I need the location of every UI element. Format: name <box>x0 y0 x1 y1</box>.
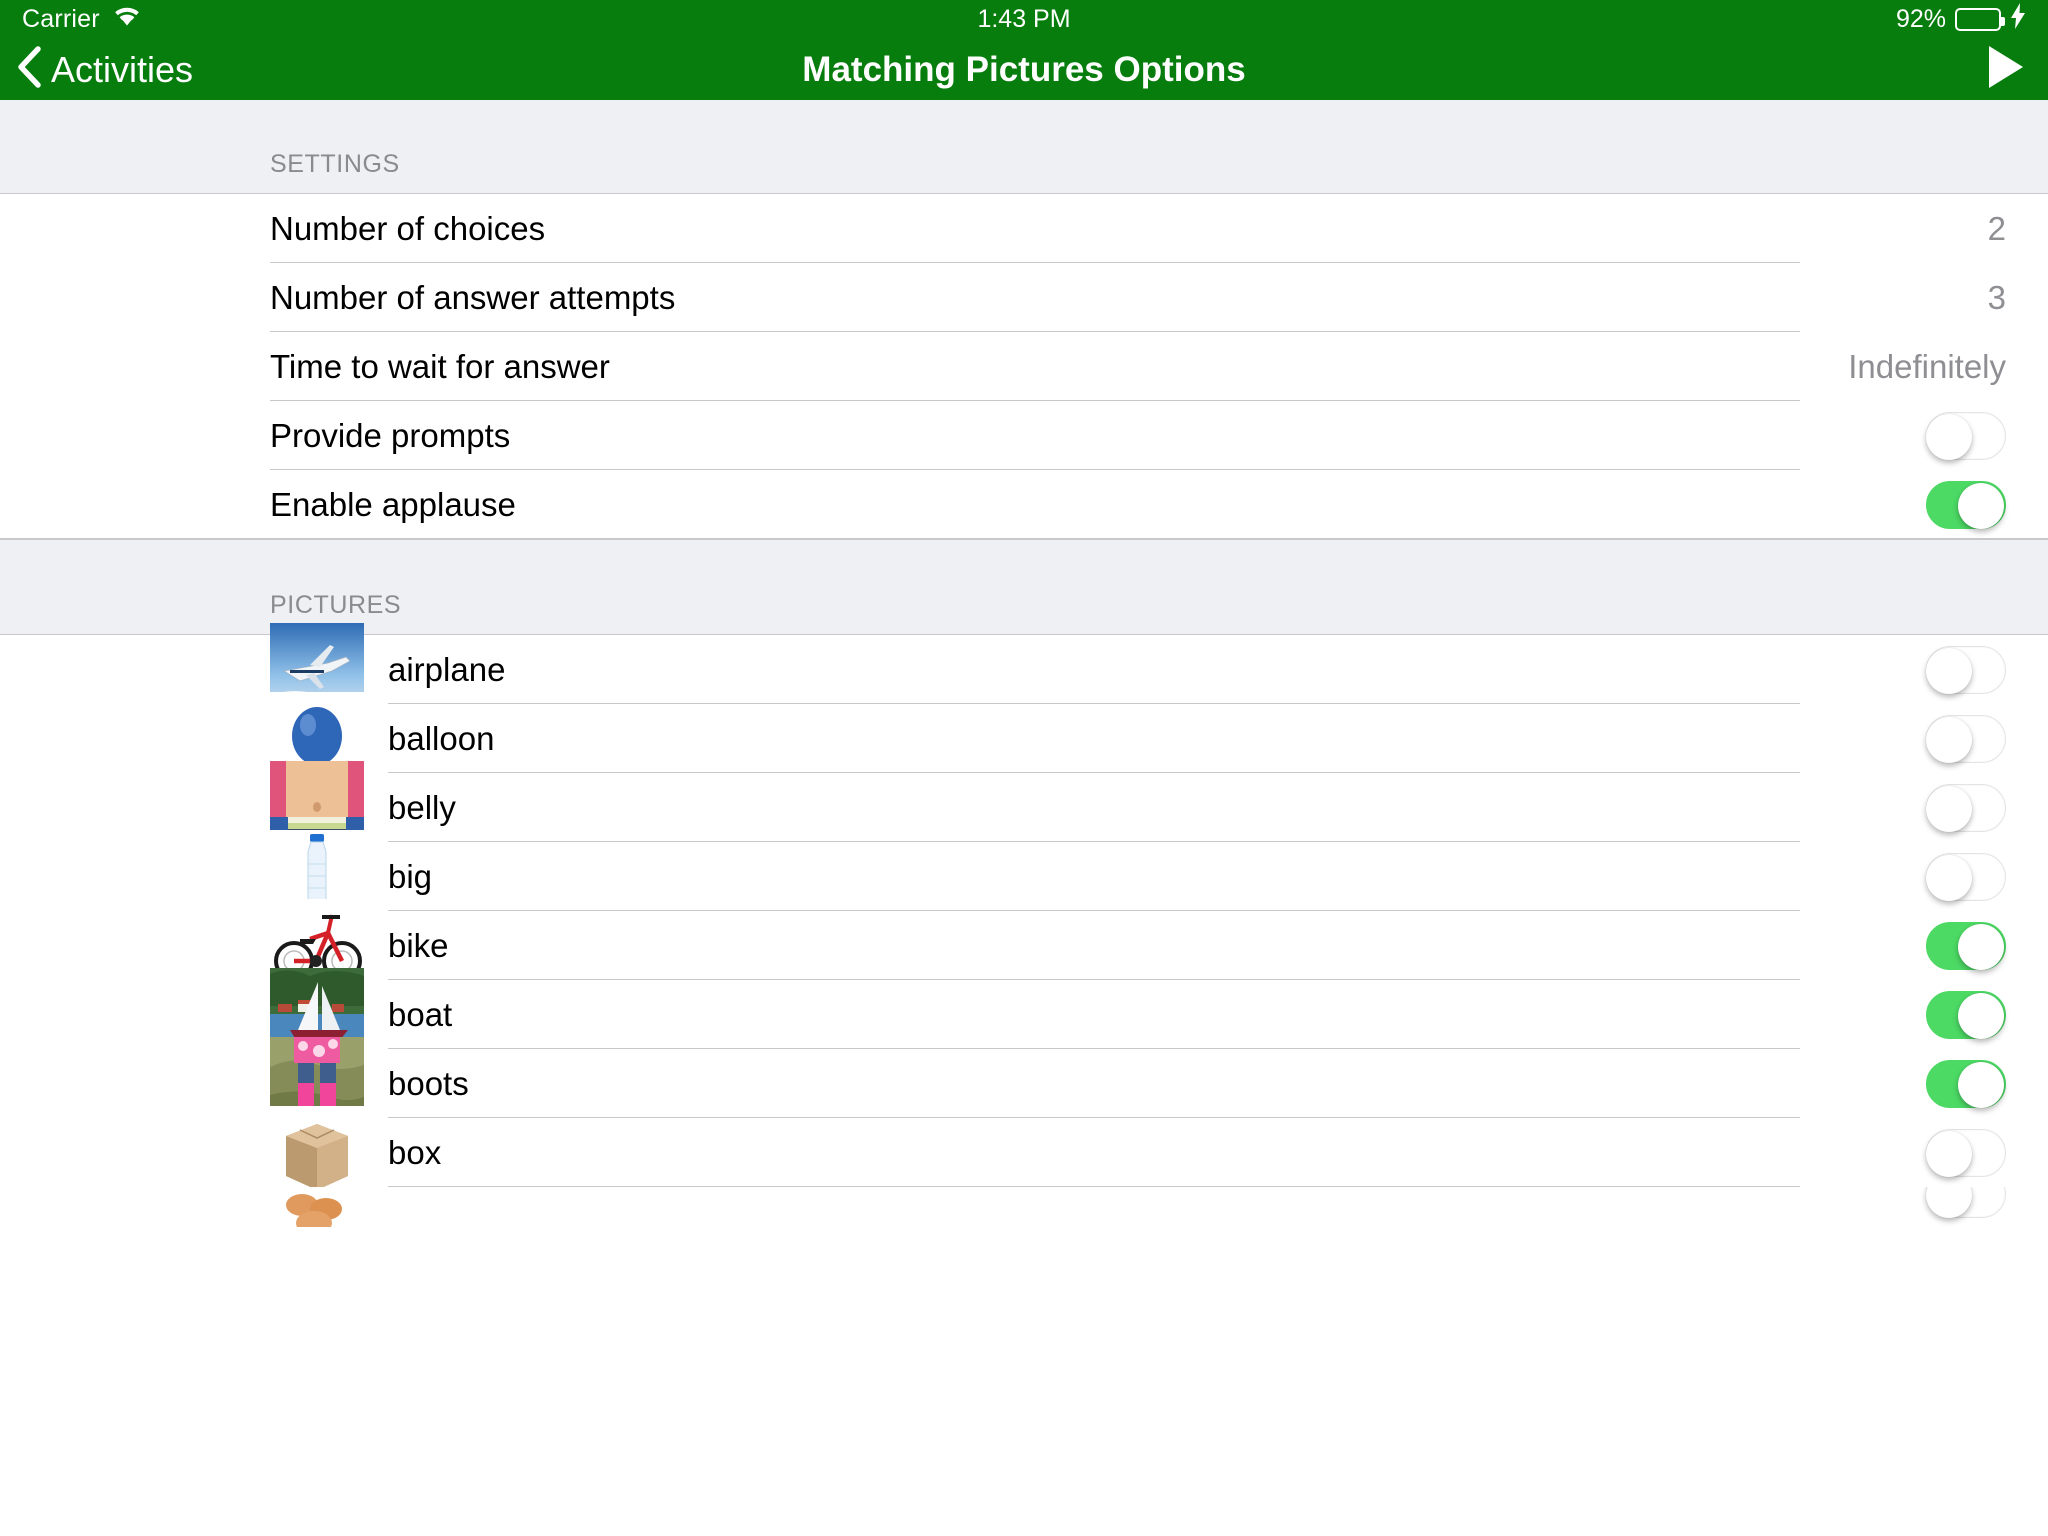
row-label: Enable applause <box>270 485 516 523</box>
picture-label: airplane <box>388 650 506 688</box>
row-label: Time to wait for answer <box>270 347 610 385</box>
battery-icon <box>1955 8 2005 31</box>
back-button[interactable]: Activities <box>0 46 193 93</box>
lightning-bolt-icon <box>2010 3 2026 36</box>
row-enable-applause: Enable applause <box>0 470 2048 539</box>
row-provide-prompts: Provide prompts <box>0 401 2048 470</box>
row-time-to-wait-for-answer[interactable]: Time to wait for answer Indefinitely <box>0 332 2048 401</box>
picture-row-box: box <box>0 1105 2048 1200</box>
section-header-pictures: PICTURES <box>0 539 2048 635</box>
airplane-toggle[interactable] <box>1926 645 2006 694</box>
row-value: 2 <box>1987 209 2006 247</box>
carrier-label: Carrier <box>22 5 100 33</box>
provide-prompts-toggle[interactable] <box>1926 411 2006 460</box>
picture-label: balloon <box>388 719 495 757</box>
section-header-settings: SETTINGS <box>0 100 2048 194</box>
status-bar-right: 92% <box>1896 3 2026 36</box>
picture-label: boots <box>388 1064 469 1102</box>
partial-toggle[interactable] <box>1926 1187 2006 1218</box>
boat-toggle[interactable] <box>1926 990 2006 1039</box>
status-bar-left: Carrier <box>22 5 142 34</box>
row-value: Indefinitely <box>1848 347 2006 385</box>
picture-label: belly <box>388 788 456 826</box>
clock-label: 1:43 PM <box>977 5 1071 33</box>
app-screen: Carrier 1:43 PM 92% Activities Matching … <box>0 0 2048 1536</box>
picture-label: bike <box>388 926 449 964</box>
picture-row-partial <box>0 1187 2048 1227</box>
picture-label: big <box>388 857 433 895</box>
section-header-settings-label: SETTINGS <box>270 150 400 178</box>
separator <box>0 538 2048 539</box>
belly-toggle[interactable] <box>1926 783 2006 832</box>
bike-toggle[interactable] <box>1926 921 2006 970</box>
row-value: 3 <box>1987 278 2006 316</box>
picture-label: box <box>388 1133 442 1171</box>
section-header-pictures-label: PICTURES <box>270 591 402 619</box>
boots-toggle[interactable] <box>1926 1059 2006 1108</box>
thumbnail-cell <box>0 1187 388 1227</box>
thumbnail-cell <box>0 1105 388 1200</box>
row-number-of-choices[interactable]: Number of choices 2 <box>0 194 2048 263</box>
balloon-toggle[interactable] <box>1926 714 2006 763</box>
picture-label: boat <box>388 995 453 1033</box>
row-label: Provide prompts <box>270 416 511 454</box>
row-label: Number of answer attempts <box>270 278 676 316</box>
row-number-of-answer-attempts[interactable]: Number of answer attempts 3 <box>0 263 2048 332</box>
big-toggle[interactable] <box>1926 852 2006 901</box>
box-toggle[interactable] <box>1926 1128 2006 1177</box>
partial-thumbnail <box>270 1187 364 1227</box>
page-title: Matching Pictures Options <box>802 49 1246 89</box>
back-button-label: Activities <box>51 48 194 90</box>
box-thumbnail <box>270 1105 364 1200</box>
options-table: SETTINGS Number of choices 2 Number of a… <box>0 100 2048 1227</box>
status-bar-time-wrap: 1:43 PM <box>0 0 2048 39</box>
play-button[interactable] <box>1986 44 2048 95</box>
row-label: Number of choices <box>270 209 546 247</box>
play-icon <box>1986 44 2026 95</box>
status-bar: Carrier 1:43 PM 92% <box>0 0 2048 39</box>
navigation-bar: Activities Matching Pictures Options <box>0 39 2048 100</box>
chevron-left-icon <box>16 46 42 93</box>
enable-applause-toggle[interactable] <box>1926 480 2006 529</box>
battery-percent-label: 92% <box>1895 5 1946 33</box>
wifi-icon <box>112 5 142 34</box>
